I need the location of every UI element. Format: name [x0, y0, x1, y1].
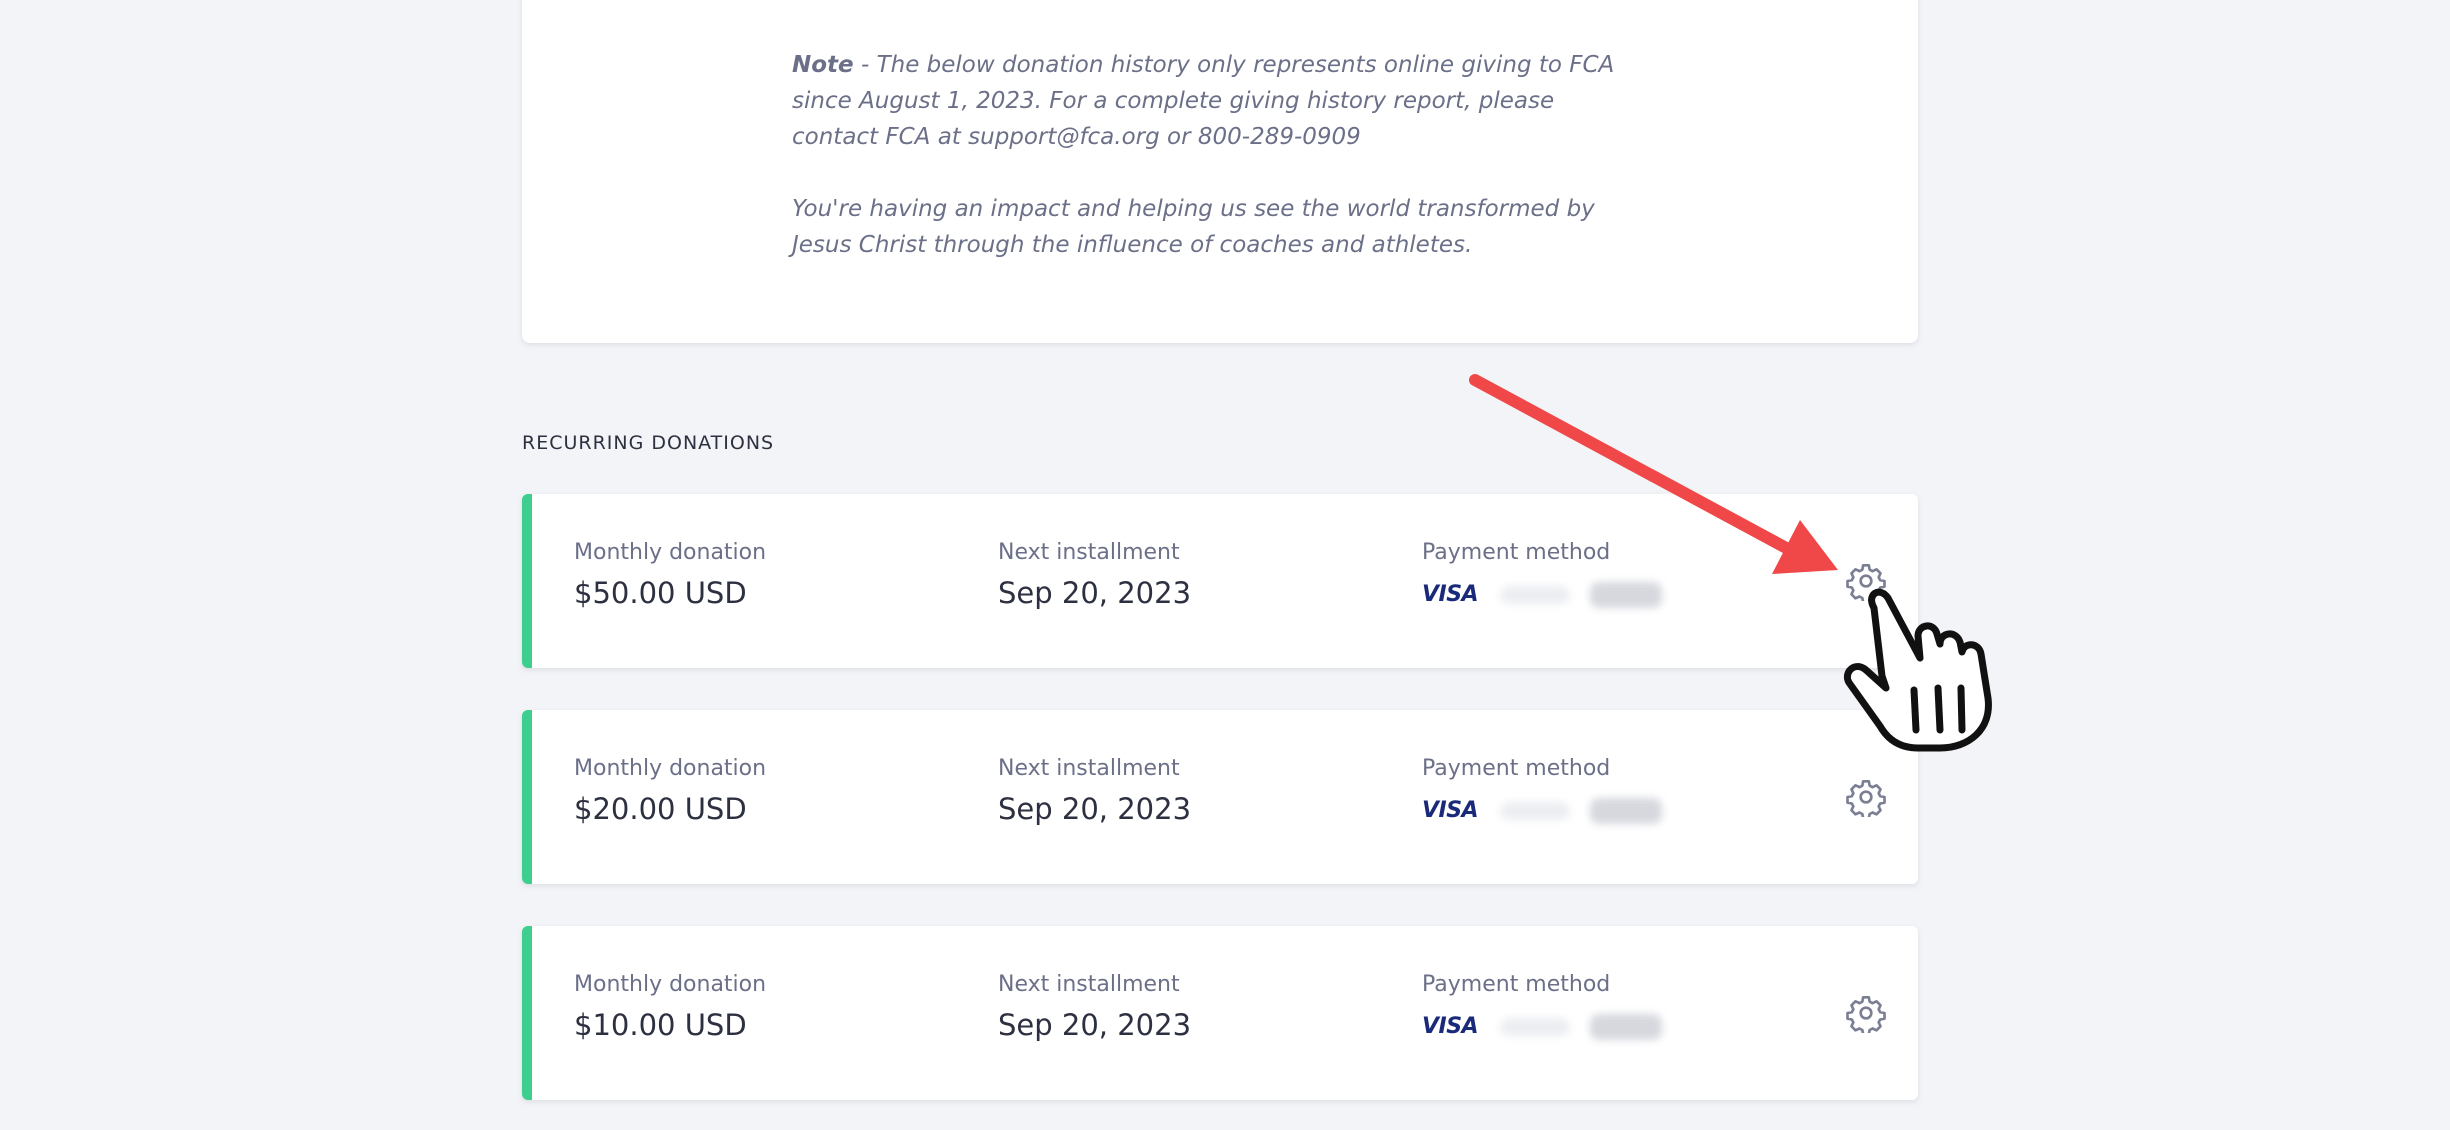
redacted-card-number	[1590, 582, 1662, 608]
next-installment-label: Next installment	[998, 540, 1180, 565]
next-installment-date: Sep 20, 2023	[998, 576, 1192, 610]
note-card: Note - The below donation history only r…	[522, 0, 1918, 343]
payment-method-label: Payment method	[1422, 540, 1611, 565]
amount-label: Monthly donation	[574, 972, 767, 997]
amount-label: Monthly donation	[574, 756, 767, 781]
note-label: Note	[792, 52, 854, 78]
visa-logo: VISA	[1422, 798, 1479, 823]
visa-logo: VISA	[1422, 1014, 1479, 1039]
section-title: RECURRING DONATIONS	[522, 432, 775, 454]
note-text: Note - The below donation history only r…	[792, 47, 1622, 263]
amount-value: $50.00 USD	[574, 576, 747, 610]
next-installment-label: Next installment	[998, 972, 1180, 997]
impact-paragraph: You're having an impact and helping us s…	[792, 196, 1595, 258]
payment-method-label: Payment method	[1422, 972, 1611, 997]
recurring-donation-card: Monthly donation $50.00 USD Next install…	[522, 494, 1918, 668]
redacted-card-info	[1500, 1018, 1570, 1036]
gear-icon[interactable]	[1846, 561, 1886, 604]
payment-method-label: Payment method	[1422, 756, 1611, 781]
gear-icon[interactable]	[1846, 993, 1886, 1036]
next-installment-date: Sep 20, 2023	[998, 1008, 1192, 1042]
redacted-card-number	[1590, 1014, 1662, 1040]
recurring-donation-card: Monthly donation $10.00 USD Next install…	[522, 926, 1918, 1100]
recurring-donation-card: Monthly donation $20.00 USD Next install…	[522, 710, 1918, 884]
next-installment-label: Next installment	[998, 756, 1180, 781]
note-paragraph: Note - The below donation history only r…	[792, 47, 1622, 155]
amount-value: $10.00 USD	[574, 1008, 747, 1042]
redacted-card-info	[1500, 802, 1570, 820]
note-body: - The below donation history only repres…	[792, 52, 1615, 150]
redacted-card-info	[1500, 586, 1570, 604]
amount-value: $20.00 USD	[574, 792, 747, 826]
visa-logo: VISA	[1422, 582, 1479, 607]
gear-icon[interactable]	[1846, 777, 1886, 820]
next-installment-date: Sep 20, 2023	[998, 792, 1192, 826]
redacted-card-number	[1590, 798, 1662, 824]
amount-label: Monthly donation	[574, 540, 767, 565]
